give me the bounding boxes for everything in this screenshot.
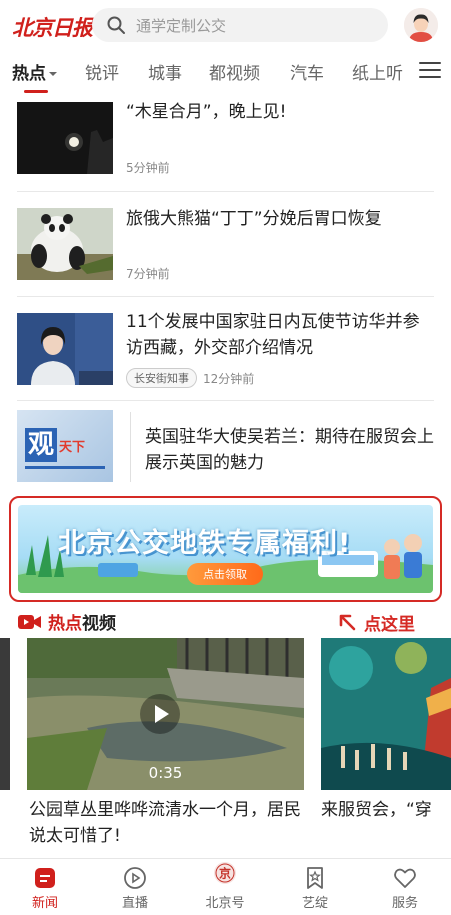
tab-hot[interactable]: 热点 xyxy=(12,59,58,84)
bookmark-star-icon xyxy=(307,867,323,889)
news-title: 旅俄大熊猫“丁丁”分娩后胃口恢复 xyxy=(126,209,382,229)
tab-auto[interactable]: 汽车 xyxy=(290,59,324,84)
nav-beijing-hao[interactable]: 京 北京号 xyxy=(180,859,270,915)
search-bar[interactable]: 通学定制公交 xyxy=(92,8,388,42)
claim-button[interactable]: 点击领取 xyxy=(187,563,263,585)
news-time: 5分钟前 xyxy=(126,161,170,175)
top-header: 北京日报 通学定制公交 xyxy=(0,0,451,52)
nav-news[interactable]: 新闻 xyxy=(0,859,90,915)
nav-yizhan[interactable]: 艺绽 xyxy=(270,859,360,915)
tab-commentary[interactable]: 锐评 xyxy=(85,59,119,84)
nav-label: 直播 xyxy=(121,896,148,911)
source-tag[interactable]: 长安街知事 xyxy=(126,368,197,388)
header-red-text: 热点 xyxy=(48,614,82,634)
menu-icon[interactable] xyxy=(419,59,441,79)
news-title: 11个发展中国家驻日内瓦使节访华并参访西藏，外交部介绍情况 xyxy=(126,312,420,358)
news-icon xyxy=(35,868,55,888)
channel-tabs: 热点 锐评 城事 都视频 汽车 纸上听 xyxy=(0,54,451,94)
divider xyxy=(130,412,131,482)
click-here-annotation: 点这里 xyxy=(338,610,415,635)
avatar[interactable] xyxy=(404,8,438,42)
app-screen: 北京日报 通学定制公交 热点 锐评 城事 都视频 汽车 纸上听 “木星合月”，晚… xyxy=(0,0,451,915)
heart-icon xyxy=(394,868,416,888)
hot-video-header: 热点 视频 xyxy=(18,609,116,634)
video-duration: 0:35 xyxy=(148,764,183,782)
video-camera-icon xyxy=(18,614,41,629)
play-icon[interactable] xyxy=(140,694,180,734)
news-title: “木星合月”，晚上见! xyxy=(126,102,287,122)
tab-video[interactable]: 都视频 xyxy=(209,59,260,84)
arrow-up-left-icon xyxy=(339,614,356,630)
bottom-navigation: 新闻 直播 京 北京号 艺绽 服务 xyxy=(0,858,451,915)
nav-label: 服务 xyxy=(391,896,418,911)
news-time: 12分钟前 xyxy=(203,371,255,386)
news-thumbnail xyxy=(17,208,113,280)
nav-label: 新闻 xyxy=(31,896,58,911)
caret-down-icon xyxy=(49,72,57,76)
news-thumbnail: 观 天下 xyxy=(17,410,113,482)
active-tab-indicator xyxy=(24,90,48,93)
banner-title: 北京公交地铁专属福利! xyxy=(58,528,352,559)
video-thumbnail xyxy=(321,638,451,790)
video-card-partial[interactable] xyxy=(0,638,10,790)
video-card[interactable] xyxy=(321,638,451,790)
tab-city[interactable]: 城事 xyxy=(148,59,182,84)
video-card[interactable]: 0:35 xyxy=(27,638,304,790)
news-time: 7分钟前 xyxy=(126,267,170,281)
user-avatar-icon xyxy=(404,8,438,42)
promo-banner[interactable]: 北京公交地铁专属福利! 点击领取 xyxy=(18,505,433,593)
beijing-seal-icon: 京 xyxy=(214,862,236,884)
search-placeholder: 通学定制公交 xyxy=(136,16,227,35)
nav-label: 艺绽 xyxy=(301,896,328,911)
nav-service[interactable]: 服务 xyxy=(360,859,450,915)
divider xyxy=(17,296,434,297)
nav-live[interactable]: 直播 xyxy=(90,859,180,915)
svg-text:京: 京 xyxy=(219,866,231,881)
news-meta: 长安街知事 12分钟前 xyxy=(126,368,254,388)
thumb-text: 天下 xyxy=(59,440,86,455)
nav-label: 北京号 xyxy=(205,896,245,911)
app-logo[interactable]: 北京日报 xyxy=(12,12,93,42)
video-title[interactable]: 来服贸会，“穿 xyxy=(321,797,451,823)
divider xyxy=(17,400,434,401)
news-thumbnail xyxy=(17,313,113,385)
header-black-text: 视频 xyxy=(82,614,116,634)
tab-paper-audio[interactable]: 纸上听 xyxy=(352,59,403,84)
thumb-text: 观 xyxy=(25,428,57,462)
tab-label: 热点 xyxy=(12,64,46,84)
search-icon xyxy=(107,16,125,34)
video-title[interactable]: 公园草丛里哗哗流清水一个月，居民说太可惜了! xyxy=(29,797,305,849)
news-thumbnail xyxy=(17,102,113,174)
divider xyxy=(17,191,434,192)
news-title: 英国驻华大使吴若兰：期待在服贸会上展示英国的魅力 xyxy=(145,427,434,473)
click-here-label: 点这里 xyxy=(364,615,415,635)
live-play-icon xyxy=(124,867,146,889)
